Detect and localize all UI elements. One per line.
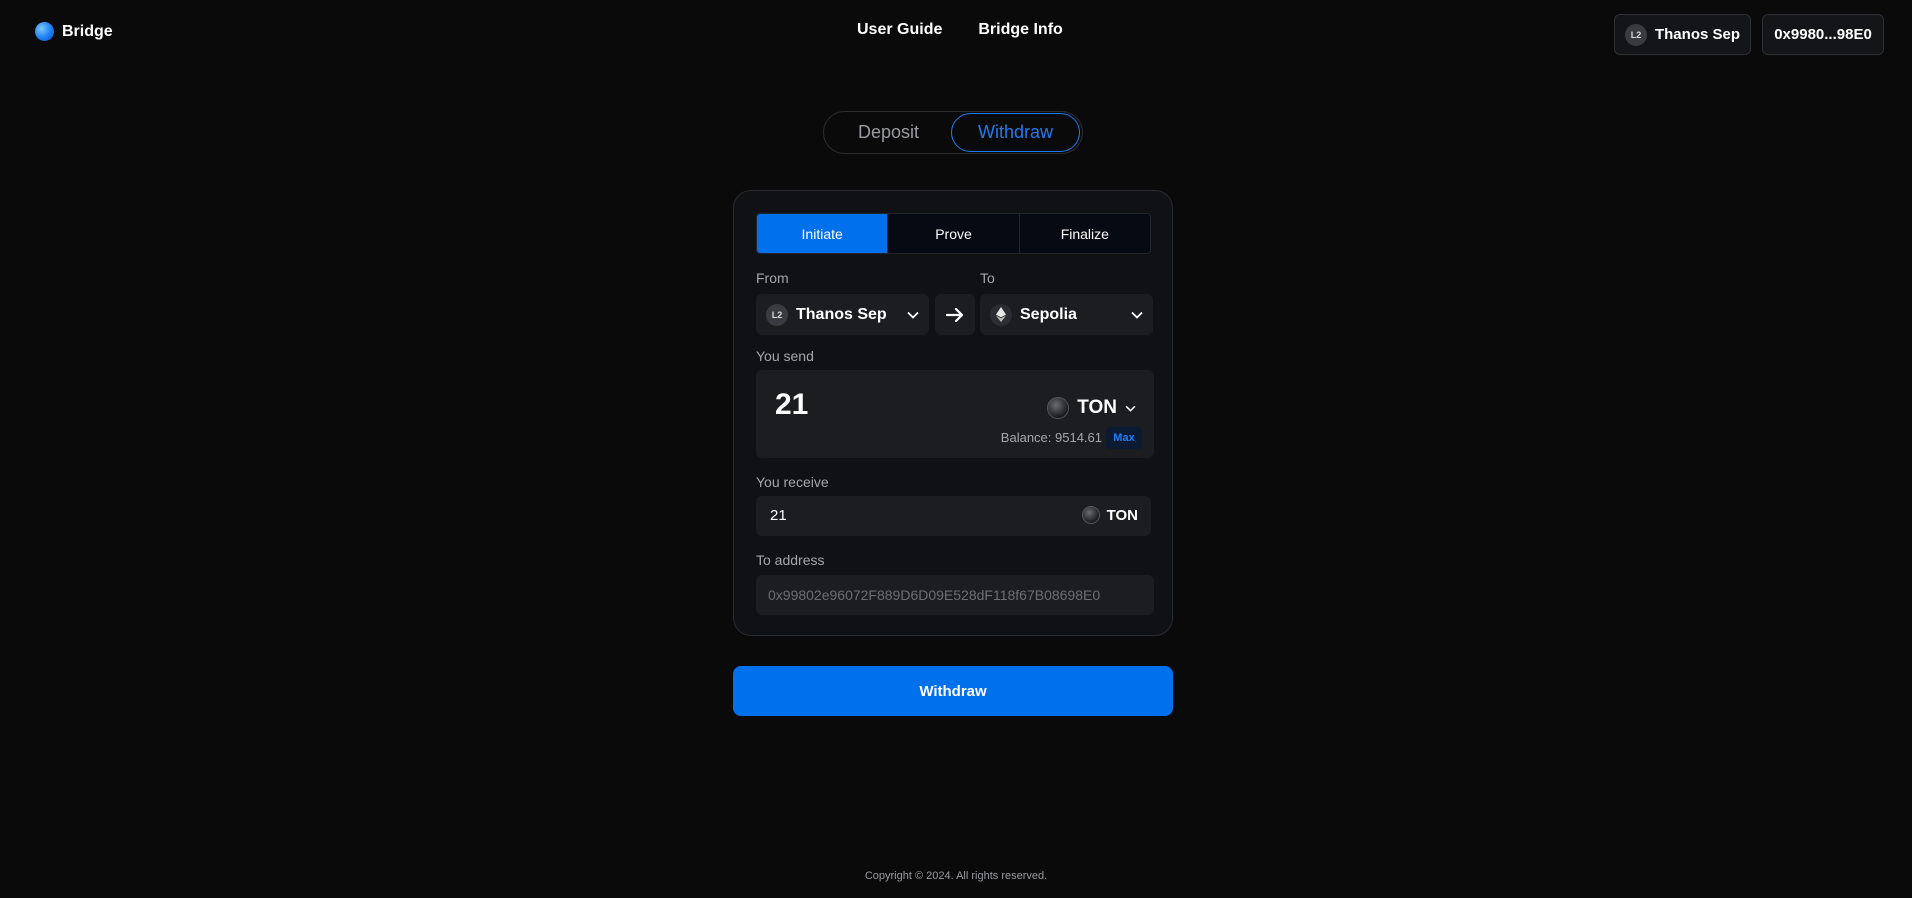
ethereum-icon <box>990 303 1012 326</box>
receive-token: TON <box>1081 506 1138 524</box>
top-nav: User Guide Bridge Info <box>857 21 1063 39</box>
mode-toggle: Deposit Withdraw <box>823 111 1083 154</box>
to-chain-label: Sepolia <box>1020 305 1077 323</box>
balance-text: Balance: 9514.61 <box>1000 430 1102 445</box>
ton-token-icon <box>1081 506 1100 524</box>
tab-withdraw[interactable]: Withdraw <box>951 113 1080 152</box>
l2-network-icon: L2 <box>766 303 788 326</box>
ton-token-icon <box>1047 397 1070 419</box>
send-token-label: TON <box>1077 397 1117 418</box>
withdraw-button[interactable]: Withdraw <box>733 666 1173 716</box>
logo[interactable]: Bridge <box>35 22 113 41</box>
step-finalize[interactable]: Finalize <box>1019 214 1150 253</box>
to-label: To <box>980 270 995 286</box>
send-amount-input[interactable]: 21 <box>775 388 808 422</box>
network-label: Thanos Sep <box>1654 26 1740 43</box>
to-address-label: To address <box>756 552 825 568</box>
footer-copyright: Copyright © 2024. All rights reserved. <box>864 870 1048 882</box>
max-button[interactable]: Max <box>1106 427 1142 449</box>
receive-amount: 21 <box>770 507 787 524</box>
tab-deposit[interactable]: Deposit <box>826 113 951 152</box>
step-prove[interactable]: Prove <box>888 214 1020 253</box>
nav-user-guide[interactable]: User Guide <box>857 21 942 39</box>
chevron-down-icon <box>907 311 919 319</box>
arrow-right-icon <box>946 307 964 322</box>
send-label: You send <box>756 348 814 364</box>
header: Bridge User Guide Bridge Info L2 Thanos … <box>0 0 1912 64</box>
send-amount-box: 21 TON Balance: 9514.61 Max <box>756 370 1154 458</box>
from-chain-select[interactable]: L2 Thanos Sep <box>756 294 929 335</box>
bridge-card: Initiate Prove Finalize From To L2 Thano… <box>733 190 1173 636</box>
chevron-down-icon <box>1131 311 1143 319</box>
logo-text: Bridge <box>62 22 113 40</box>
to-chain-select[interactable]: Sepolia <box>980 294 1153 335</box>
network-selector-button[interactable]: L2 Thanos Sep <box>1614 14 1751 55</box>
step-initiate[interactable]: Initiate <box>757 214 889 253</box>
withdraw-steps: Initiate Prove Finalize <box>756 213 1151 254</box>
from-chain-label: Thanos Sep <box>796 305 887 323</box>
l2-network-icon: L2 <box>1624 23 1647 46</box>
to-address-input[interactable] <box>756 575 1154 615</box>
bridge-logo-icon <box>35 22 54 41</box>
receive-label: You receive <box>756 474 829 490</box>
wallet-address-button[interactable]: 0x9980...98E0 <box>1762 14 1884 55</box>
nav-bridge-info[interactable]: Bridge Info <box>978 21 1062 39</box>
send-token-select[interactable]: TON <box>1047 397 1136 419</box>
swap-direction-button[interactable] <box>935 294 975 335</box>
from-label: From <box>756 270 789 286</box>
chevron-down-icon <box>1125 405 1136 412</box>
receive-token-label: TON <box>1106 506 1138 524</box>
receive-amount-box: 21 TON <box>756 496 1151 536</box>
